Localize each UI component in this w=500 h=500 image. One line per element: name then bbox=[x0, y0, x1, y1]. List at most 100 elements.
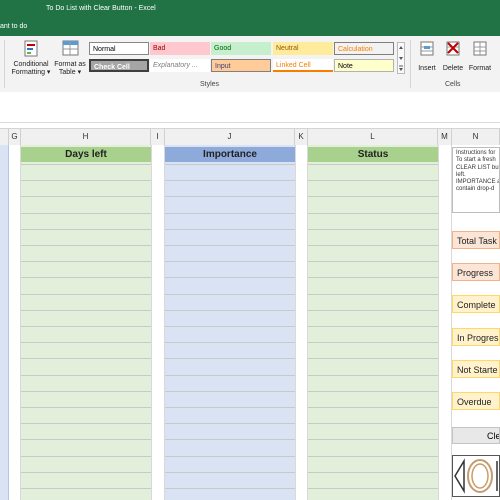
row-gridline bbox=[165, 277, 295, 278]
row-gridline bbox=[308, 375, 438, 376]
row-gridline bbox=[21, 326, 151, 327]
column-header-m[interactable]: M bbox=[438, 129, 452, 145]
style-calculation[interactable]: Calculation bbox=[334, 42, 394, 55]
row-gridline bbox=[21, 472, 151, 473]
instructions-line: To start a fresh bbox=[456, 157, 496, 164]
row-gridline bbox=[308, 196, 438, 197]
style-good[interactable]: Good bbox=[211, 42, 271, 55]
row-gridline bbox=[308, 358, 438, 359]
column-f-fill bbox=[0, 145, 9, 500]
row-gridline bbox=[21, 375, 151, 376]
style-linked-cell[interactable]: Linked Cell bbox=[273, 59, 333, 72]
column-header-l[interactable]: L bbox=[308, 129, 438, 145]
style-explanatory[interactable]: Explanatory ... bbox=[150, 59, 210, 72]
instructions-line: Instructions for bbox=[456, 150, 496, 156]
column-header-n[interactable]: N bbox=[452, 129, 500, 145]
row-gridline bbox=[165, 375, 295, 376]
instructions-line: CLEAR LIST butt bbox=[456, 164, 500, 171]
status-column[interactable] bbox=[308, 145, 438, 500]
column-header-i[interactable]: I bbox=[151, 129, 165, 145]
progress-label: Progress bbox=[452, 263, 500, 281]
column-header-j[interactable]: J bbox=[165, 129, 295, 145]
row-gridline bbox=[308, 488, 438, 489]
conditional-formatting-icon bbox=[24, 40, 38, 57]
formula-bar[interactable] bbox=[0, 92, 500, 123]
row-gridline bbox=[308, 164, 438, 165]
row-gridline bbox=[165, 407, 295, 408]
format-label: Format bbox=[468, 65, 492, 72]
row-gridline bbox=[308, 439, 438, 440]
importance-header: Importance bbox=[165, 147, 295, 162]
row-gridline bbox=[308, 342, 438, 343]
instructions-line: contain drop-d bbox=[456, 186, 495, 193]
clear-list-image-icon[interactable] bbox=[452, 455, 500, 497]
in-progress-label: In Progres bbox=[452, 328, 500, 346]
row-gridline bbox=[21, 439, 151, 440]
row-gridline bbox=[165, 245, 295, 246]
row-gridline bbox=[21, 229, 151, 230]
instructions-line: IMPORTANCE a bbox=[456, 179, 500, 186]
row-gridline bbox=[308, 180, 438, 181]
column-header-g[interactable]: G bbox=[9, 129, 21, 145]
ribbon-separator bbox=[410, 40, 411, 88]
tell-me-search[interactable]: ant to do bbox=[0, 23, 27, 30]
column-gridline bbox=[295, 145, 296, 500]
row-gridline bbox=[308, 472, 438, 473]
style-normal[interactable]: Normal bbox=[89, 42, 149, 55]
row-gridline bbox=[165, 342, 295, 343]
style-check-cell[interactable]: Check Cell bbox=[89, 59, 149, 72]
format-as-table-label-1: Format as bbox=[54, 61, 86, 68]
column-header-f[interactable] bbox=[0, 129, 9, 145]
row-gridline bbox=[21, 213, 151, 214]
row-gridline bbox=[165, 439, 295, 440]
clear-list-button[interactable]: Cle bbox=[452, 427, 500, 444]
worksheet-grid[interactable]: Days left Importance Status Instructions… bbox=[0, 145, 500, 500]
styles-group-label: Styles bbox=[200, 81, 220, 88]
row-gridline bbox=[308, 423, 438, 424]
row-gridline bbox=[165, 180, 295, 181]
row-gridline bbox=[308, 245, 438, 246]
importance-column[interactable] bbox=[165, 145, 295, 500]
delete-cells-icon bbox=[446, 41, 460, 56]
insert-cells-icon bbox=[420, 41, 434, 56]
instructions-box: Instructions for To start a fresh CLEAR … bbox=[452, 147, 500, 213]
row-gridline bbox=[308, 407, 438, 408]
row-gridline bbox=[21, 488, 151, 489]
title-bar: To Do List with Clear Button - Excel ant… bbox=[0, 0, 500, 36]
conditional-formatting-label-2: Formatting ▾ bbox=[11, 69, 51, 76]
style-neutral[interactable]: Neutral bbox=[273, 42, 333, 55]
row-gridline bbox=[21, 342, 151, 343]
styles-gallery-scroll-icon[interactable] bbox=[397, 42, 405, 74]
insert-label: Insert bbox=[418, 65, 436, 72]
row-gridline bbox=[165, 310, 295, 311]
row-gridline bbox=[308, 456, 438, 457]
overdue-label: Overdue bbox=[452, 392, 500, 410]
row-gridline bbox=[21, 358, 151, 359]
style-note[interactable]: Note bbox=[334, 59, 394, 72]
column-gridline bbox=[164, 145, 165, 500]
column-gridline bbox=[307, 145, 308, 500]
row-gridline bbox=[165, 326, 295, 327]
days-left-column[interactable] bbox=[21, 145, 151, 500]
row-gridline bbox=[21, 407, 151, 408]
row-gridline bbox=[308, 326, 438, 327]
cells-group-label: Cells bbox=[445, 81, 461, 88]
row-gridline bbox=[165, 294, 295, 295]
row-gridline bbox=[165, 391, 295, 392]
style-bad[interactable]: Bad bbox=[150, 42, 210, 55]
row-gridline bbox=[165, 456, 295, 457]
column-gridline bbox=[438, 145, 439, 500]
row-gridline bbox=[21, 245, 151, 246]
row-gridline bbox=[21, 310, 151, 311]
days-left-header: Days left bbox=[21, 147, 151, 162]
row-gridline bbox=[21, 196, 151, 197]
column-header-h[interactable]: H bbox=[21, 129, 151, 145]
column-header-k[interactable]: K bbox=[295, 129, 308, 145]
ribbon-separator bbox=[4, 40, 5, 88]
conditional-formatting-label-1: Conditional bbox=[13, 61, 49, 68]
ribbon: Conditional Formatting ▾ Format as Table… bbox=[0, 36, 500, 93]
row-gridline bbox=[308, 213, 438, 214]
row-gridline bbox=[308, 277, 438, 278]
style-input[interactable]: Input bbox=[211, 59, 271, 72]
column-gridline bbox=[151, 145, 152, 500]
